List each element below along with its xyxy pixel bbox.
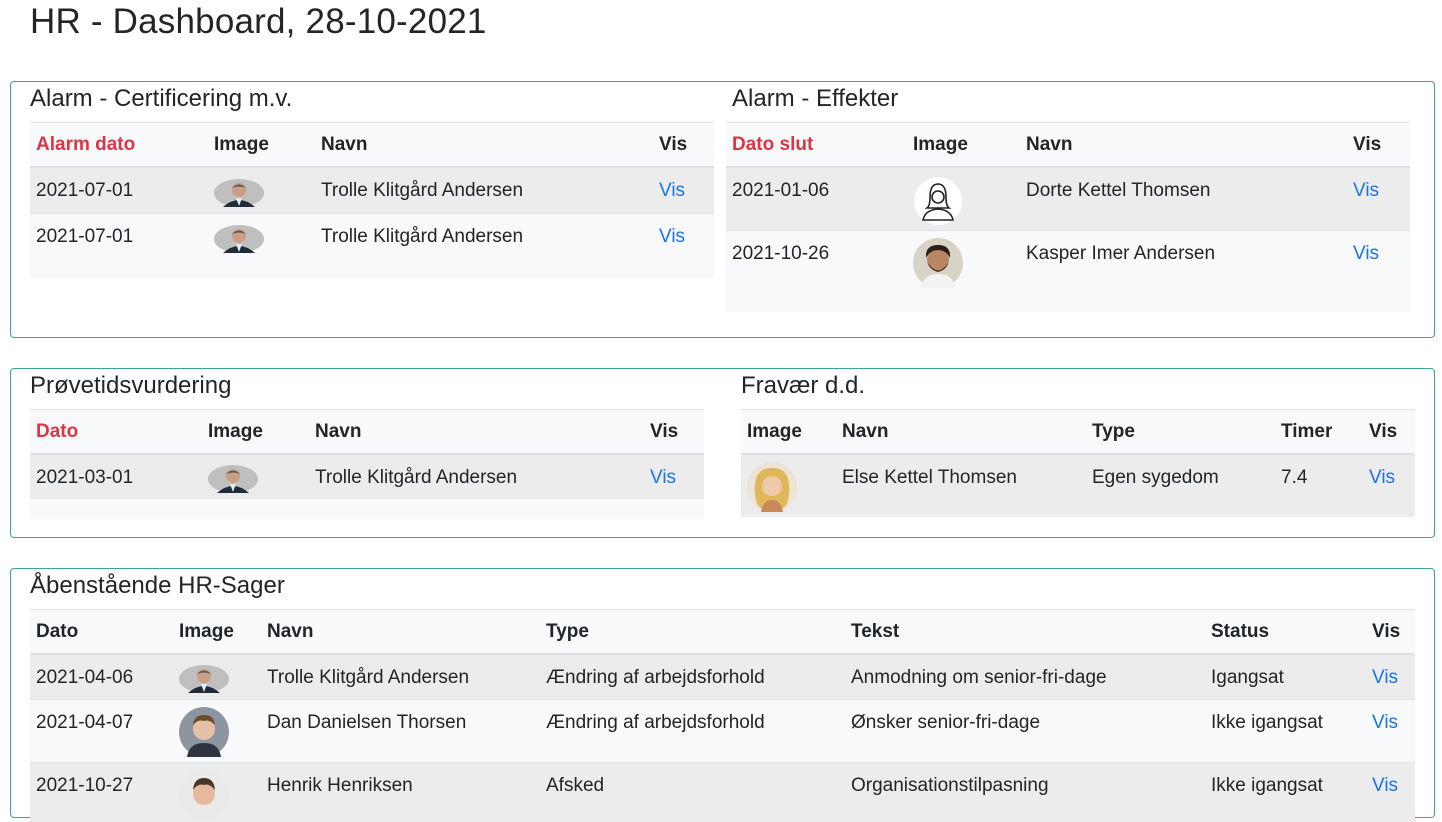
col-navn: Navn [1026, 133, 1073, 155]
table-row: 2021-01-06 Dorte Kettel Thomsen Vis [726, 167, 1410, 230]
row-date: 2021-10-27 [36, 774, 134, 796]
row-name: Else Kettel Thomsen [842, 467, 1017, 488]
page-title: HR - Dashboard, 28-10-2021 [30, 2, 487, 41]
hr-sager-panel: Åbenstående HR-Sager Dato Image Navn Typ… [30, 569, 1415, 822]
row-status: Igangsat [1211, 667, 1284, 688]
fravaer-panel: Fravær d.d. Image Navn Type Timer Vis El… [741, 369, 1415, 517]
vis-link[interactable]: Vis [1353, 231, 1404, 265]
col-navn: Navn [267, 620, 314, 642]
row-name: Trolle Klitgård Andersen [315, 467, 518, 488]
vis-link[interactable]: Vis [1353, 168, 1404, 202]
col-image: Image [913, 133, 968, 155]
row-date: 2021-04-06 [36, 667, 134, 688]
row-date: 2021-04-07 [36, 711, 134, 733]
proevetid-table: Dato Image Navn Vis 2021-03-01 Trolle Kl… [30, 409, 704, 499]
row-name: Dorte Kettel Thomsen [1026, 180, 1211, 201]
col-vis: Vis [659, 133, 688, 155]
certificering-table: Alarm dato Image Navn Vis 2021-07-01 Tro… [30, 122, 714, 259]
table-row: 2021-04-07 Dan Danielsen Thorsen Ændring… [30, 699, 1415, 762]
hr-sager-title: Åbenstående HR-Sager [30, 572, 285, 599]
vis-link[interactable]: Vis [659, 214, 708, 248]
vis-link[interactable]: Vis [650, 455, 698, 489]
col-image: Image [214, 133, 269, 155]
row-text: Anmodning om senior-fri-dage [851, 667, 1107, 688]
employee-avatar [747, 462, 830, 512]
proevetid-title: Prøvetidsvurdering [30, 372, 232, 399]
certificering-title: Alarm - Certificering m.v. [30, 85, 293, 112]
table-row: 2021-10-27 Henrik Henriksen Afsked Organ… [30, 762, 1415, 822]
vis-link[interactable]: Vis [659, 168, 708, 202]
col-alarm-dato[interactable]: Alarm dato [30, 123, 208, 168]
col-timer: Timer [1281, 420, 1333, 442]
row-status: Ikke igangsat [1211, 711, 1323, 733]
vis-link[interactable]: Vis [1372, 700, 1409, 734]
effekter-panel: Alarm - Effekter Dato slut Image Navn Vi… [726, 82, 1410, 312]
table-row: 2021-04-06 Trolle Klitgård Andersen Ændr… [30, 654, 1415, 699]
col-type: Type [546, 620, 589, 642]
row-status: Ikke igangsat [1211, 774, 1323, 796]
table-row: 2021-07-01 Trolle Klitgård Andersen Vis [30, 213, 714, 259]
row-date: 2021-01-06 [732, 180, 830, 201]
employee-avatar [179, 769, 255, 820]
row-date: 2021-03-01 [36, 467, 134, 488]
row-text: Organisationstilpasning [851, 774, 1049, 796]
effekter-title: Alarm - Effekter [732, 85, 899, 112]
hr-sager-table: Dato Image Navn Type Tekst Status Vis 20… [30, 609, 1415, 822]
col-navn: Navn [842, 420, 889, 442]
fravaer-title: Fravær d.d. [741, 372, 866, 399]
row-type: Ændring af arbejdsforhold [546, 711, 765, 733]
row-date: 2021-07-01 [36, 180, 134, 201]
col-dato: Dato [36, 620, 79, 642]
col-vis: Vis [1353, 133, 1382, 155]
col-image: Image [208, 420, 263, 442]
vis-link[interactable]: Vis [1369, 455, 1409, 489]
row-name: Henrik Henriksen [267, 774, 413, 796]
col-status: Status [1211, 620, 1270, 642]
employee-avatar [208, 465, 303, 493]
col-image: Image [179, 620, 234, 642]
row-name: Dan Danielsen Thorsen [267, 711, 467, 733]
row-hours: 7.4 [1281, 467, 1308, 488]
row-type: Egen sygedom [1092, 467, 1219, 488]
col-navn: Navn [321, 133, 368, 155]
col-vis: Vis [1369, 420, 1398, 442]
col-tekst: Tekst [851, 620, 900, 642]
row-text: Ønsker senior-fri-dage [851, 711, 1041, 733]
col-vis: Vis [1372, 620, 1401, 642]
table-row: 2021-07-01 Trolle Klitgård Andersen Vis [30, 167, 714, 213]
employee-avatar [913, 176, 1014, 226]
fravaer-table: Image Navn Type Timer Vis Else Kettel Th… [741, 409, 1415, 517]
employee-avatar [913, 237, 1014, 288]
row-date: 2021-10-26 [732, 242, 830, 264]
col-dato-slut[interactable]: Dato slut [726, 123, 907, 168]
col-type: Type [1092, 420, 1135, 442]
col-image: Image [747, 420, 802, 442]
employee-avatar [214, 224, 309, 253]
row-name: Kasper Imer Andersen [1026, 242, 1216, 264]
table-row: 2021-10-26 Kasper Imer Andersen Vis [726, 230, 1410, 292]
col-navn: Navn [315, 420, 362, 442]
row-date: 2021-07-01 [36, 225, 134, 247]
col-vis: Vis [650, 420, 679, 442]
row-type: Afsked [546, 774, 605, 796]
employee-avatar [179, 665, 255, 693]
effekter-table: Dato slut Image Navn Vis 2021-01-06 Dort… [726, 122, 1410, 292]
col-dato[interactable]: Dato [30, 410, 202, 455]
employee-avatar [179, 706, 255, 757]
row-name: Trolle Klitgård Andersen [321, 225, 524, 247]
certificering-panel: Alarm - Certificering m.v. Alarm dato Im… [30, 82, 714, 278]
row-type: Ændring af arbejdsforhold [546, 667, 765, 688]
row-name: Trolle Klitgård Andersen [267, 667, 470, 688]
vis-link[interactable]: Vis [1372, 655, 1409, 689]
vis-link[interactable]: Vis [1372, 763, 1409, 797]
proevetid-panel: Prøvetidsvurdering Dato Image Navn Vis 2… [30, 369, 704, 519]
row-name: Trolle Klitgård Andersen [321, 180, 524, 201]
table-row: 2021-03-01 Trolle Klitgård Andersen Vis [30, 454, 704, 499]
table-row: Else Kettel Thomsen Egen sygedom 7.4 Vis [741, 454, 1415, 517]
employee-avatar [214, 179, 309, 207]
